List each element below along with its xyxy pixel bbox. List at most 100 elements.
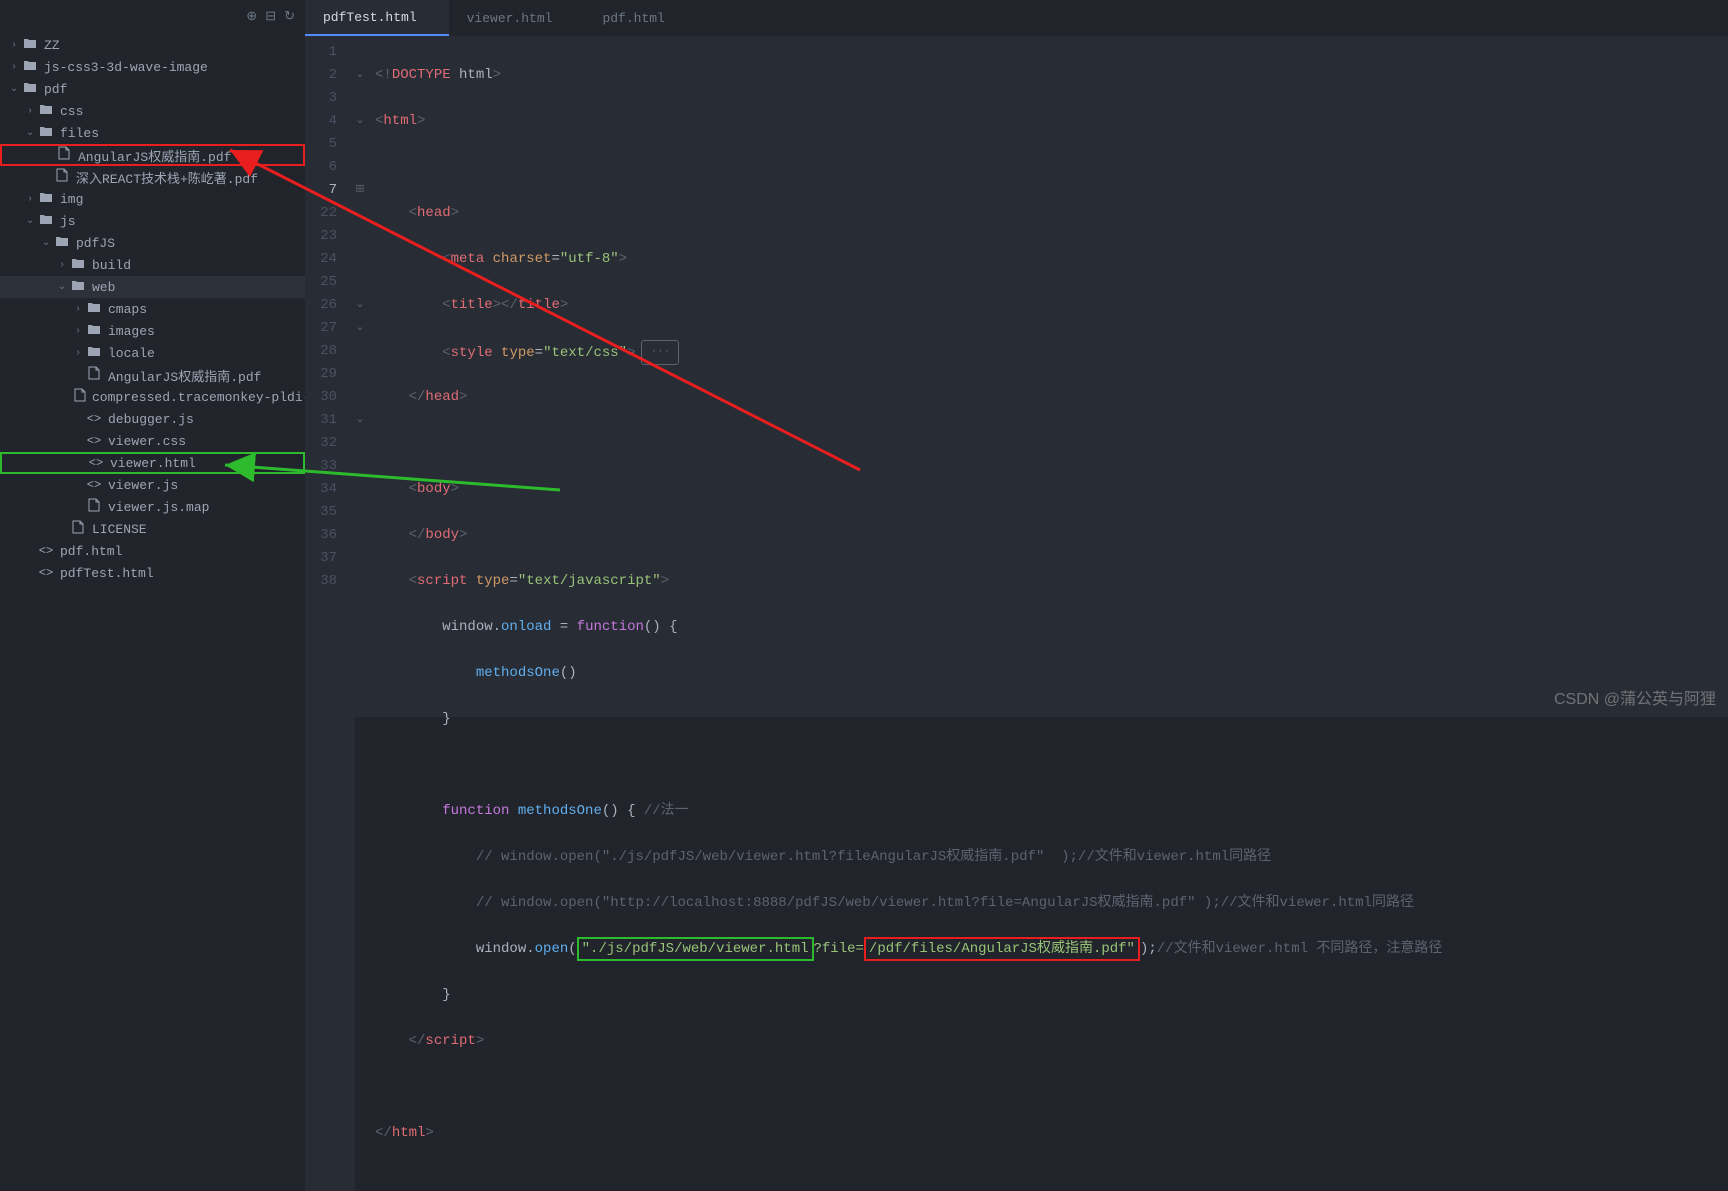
- folder-icon: [38, 125, 54, 141]
- tree-item[interactable]: › css: [0, 100, 305, 122]
- tree-label: pdf.html: [60, 544, 122, 559]
- tree-label: images: [108, 324, 155, 339]
- tree-item[interactable]: ›js-css3-3d-wave-image: [0, 56, 305, 78]
- folder-icon: [22, 59, 38, 75]
- tree-item[interactable]: ⌄web: [0, 276, 305, 298]
- tree-label: LICENSE: [92, 522, 147, 537]
- line-gutter: 1234567222324252627282930313233343536373…: [305, 36, 355, 1191]
- tree-item[interactable]: viewer.js.map: [0, 496, 305, 518]
- chevron-icon: ⌄: [24, 127, 36, 139]
- code-icon: <>: [38, 566, 54, 580]
- tree-item[interactable]: › img: [0, 188, 305, 210]
- tree-item[interactable]: <> viewer.html: [0, 452, 305, 474]
- sidebar-toolbar: ⊕ ⊟ ↻: [0, 0, 305, 32]
- tree-item[interactable]: compressed.tracemonkey-pldi-0...: [0, 386, 305, 408]
- tree-label: pdf: [44, 82, 67, 97]
- folder-icon: [38, 103, 54, 119]
- tree-item[interactable]: <> pdfTest.html: [0, 562, 305, 584]
- tree-item[interactable]: <>viewer.js: [0, 474, 305, 496]
- folder-icon: [86, 345, 102, 361]
- chevron-icon: ›: [72, 348, 84, 359]
- chevron-icon: ›: [24, 106, 36, 117]
- tree-label: locale: [108, 346, 155, 361]
- editor-tab[interactable]: pdf.html: [584, 0, 696, 36]
- tree-item[interactable]: ⌄ js: [0, 210, 305, 232]
- tree-item[interactable]: ⌄ pdfJS: [0, 232, 305, 254]
- tree-label: files: [60, 126, 99, 141]
- editor-area: pdfTest.htmlviewer.htmlpdf.html 12345672…: [305, 0, 1728, 717]
- file-explorer: ⊕ ⊟ ↻ ›ZZ›js-css3-3d-wave-image⌄pdf›css⌄…: [0, 0, 305, 717]
- watermark: CSDN @蒲公英与阿狸: [1554, 685, 1716, 709]
- add-icon[interactable]: ⊕: [246, 9, 257, 24]
- tree-item[interactable]: LICENSE: [0, 518, 305, 540]
- tree-item[interactable]: AngularJS权威指南.pdf: [0, 364, 305, 386]
- refresh-icon[interactable]: ↻: [284, 9, 295, 24]
- code-content[interactable]: <!DOCTYPE html> <html> <head> <meta char…: [365, 36, 1728, 1191]
- tree-label: AngularJS权威指南.pdf: [108, 366, 261, 385]
- folder-icon: [54, 235, 70, 251]
- file-icon: [86, 498, 102, 516]
- chevron-icon: ›: [72, 304, 84, 315]
- editor-tab[interactable]: pdfTest.html: [305, 0, 449, 36]
- code-icon: <>: [86, 412, 102, 426]
- tree-item[interactable]: ⌄ files: [0, 122, 305, 144]
- folder-icon: [22, 81, 38, 97]
- tree-label: 深入REACT技术栈+陈屹著.pdf: [76, 168, 258, 187]
- folder-icon: [86, 301, 102, 317]
- tree-label: cmaps: [108, 302, 147, 317]
- tree-label: debugger.js: [108, 412, 194, 427]
- tree-item[interactable]: ⌄ pdf: [0, 78, 305, 100]
- viewer-path-highlight: "./js/pdfJS/web/viewer.html: [577, 937, 814, 961]
- chevron-icon: ⌄: [24, 215, 36, 227]
- chevron-icon: ›: [24, 194, 36, 205]
- tree-item[interactable]: › ZZ: [0, 34, 305, 56]
- editor-tabs: pdfTest.htmlviewer.htmlpdf.html: [305, 0, 1728, 36]
- file-icon: [70, 520, 86, 538]
- tree-item[interactable]: <> pdf.html: [0, 540, 305, 562]
- tree-label: pdfJS: [76, 236, 115, 251]
- fold-indicator[interactable]: ···: [641, 340, 679, 365]
- tree-label: viewer.css: [108, 434, 186, 449]
- collapse-icon[interactable]: ⊟: [265, 9, 276, 24]
- folder-icon: [38, 191, 54, 207]
- folder-icon: [22, 37, 38, 53]
- file-icon: [86, 366, 102, 384]
- tree-label: js-css3-3d-wave-image: [44, 60, 208, 75]
- file-tree[interactable]: ›ZZ›js-css3-3d-wave-image⌄pdf›css⌄filesA…: [0, 32, 305, 717]
- tree-label: viewer.js.map: [108, 500, 209, 515]
- chevron-icon: ⌄: [40, 237, 52, 249]
- file-path-highlight: /pdf/files/AngularJS权威指南.pdf": [864, 937, 1140, 961]
- tree-item[interactable]: <> viewer.css: [0, 430, 305, 452]
- code-icon: <>: [88, 456, 104, 470]
- tree-item[interactable]: ›build: [0, 254, 305, 276]
- folder-icon: [70, 279, 86, 295]
- file-icon: [74, 388, 86, 406]
- tree-label: pdfTest.html: [60, 566, 154, 581]
- tree-item[interactable]: <> debugger.js: [0, 408, 305, 430]
- tree-label: css: [60, 104, 83, 119]
- tree-label: AngularJS权威指南.pdf: [78, 146, 231, 165]
- file-icon: [54, 168, 70, 186]
- chevron-icon: ⌄: [8, 83, 20, 95]
- code-icon: <>: [86, 434, 102, 448]
- tree-label: ZZ: [44, 38, 60, 53]
- tree-item[interactable]: ›images: [0, 320, 305, 342]
- code-area[interactable]: 1234567222324252627282930313233343536373…: [305, 36, 1728, 1191]
- tree-label: web: [92, 280, 115, 295]
- tree-label: js: [60, 214, 76, 229]
- tree-item[interactable]: › locale: [0, 342, 305, 364]
- tree-label: viewer.html: [110, 456, 196, 471]
- code-icon: <>: [38, 544, 54, 558]
- tree-label: viewer.js: [108, 478, 178, 493]
- folder-icon: [70, 257, 86, 273]
- editor-tab[interactable]: viewer.html: [449, 0, 585, 36]
- chevron-icon: ›: [8, 40, 20, 51]
- tree-item[interactable]: AngularJS权威指南.pdf: [0, 144, 305, 166]
- fold-column: ⌄⌄⊞⌄⌄⌄: [355, 36, 365, 1191]
- file-icon: [56, 146, 72, 164]
- tree-item[interactable]: 深入REACT技术栈+陈屹著.pdf: [0, 166, 305, 188]
- folder-icon: [86, 323, 102, 339]
- tree-label: build: [92, 258, 131, 273]
- tree-label: img: [60, 192, 83, 207]
- tree-item[interactable]: › cmaps: [0, 298, 305, 320]
